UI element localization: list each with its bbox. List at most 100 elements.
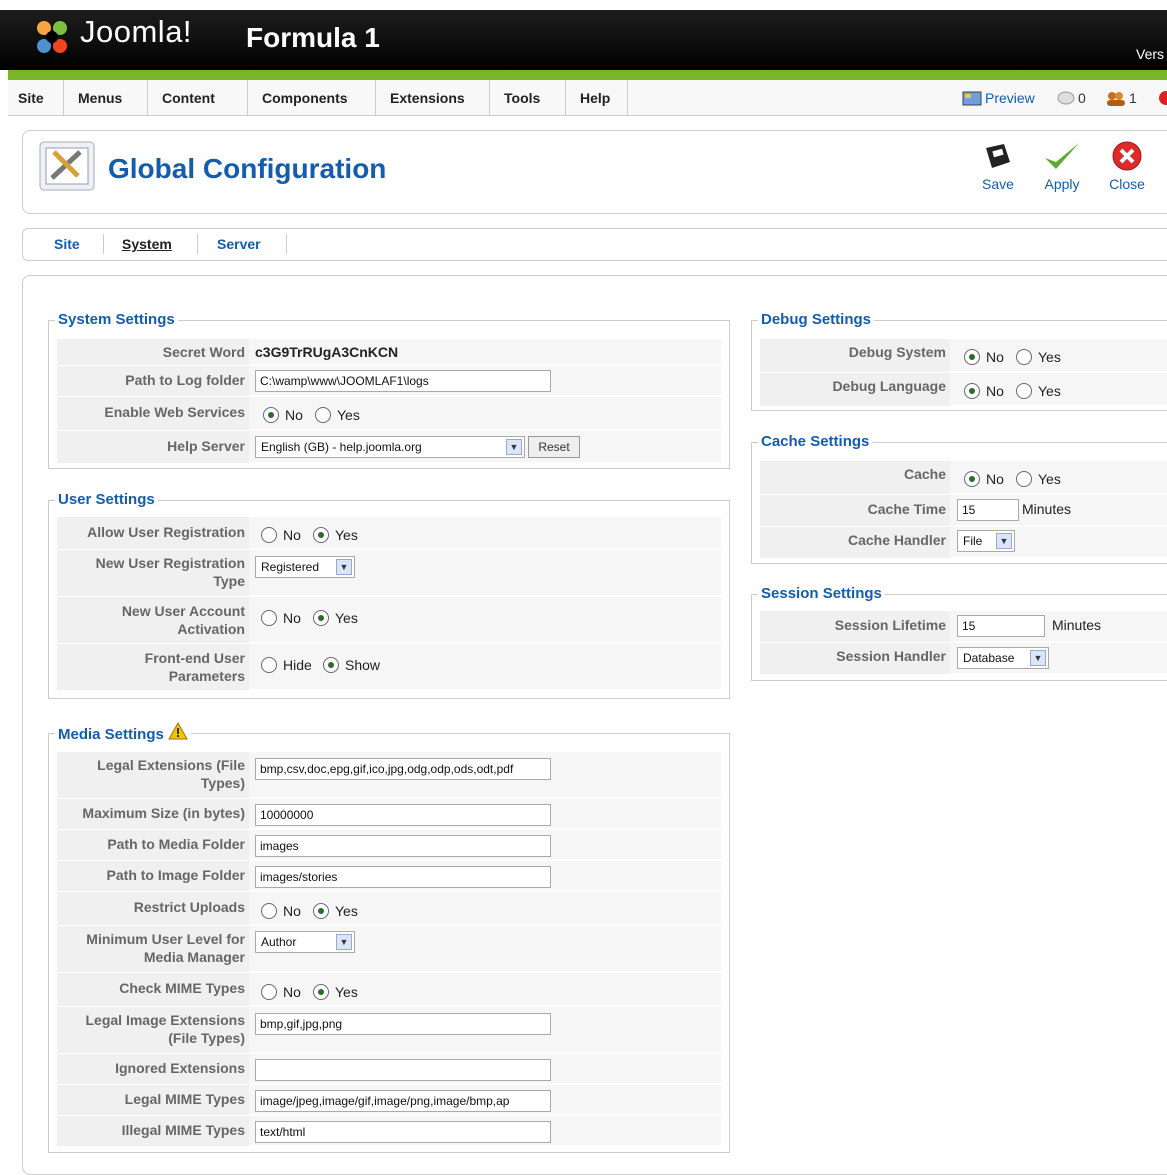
- frontend-params-row: Front-end User Parameters Hide Show: [57, 644, 721, 690]
- radio-button: [964, 383, 980, 399]
- debug-system-label: Debug System: [760, 339, 950, 372]
- ignored-ext-input[interactable]: [255, 1059, 551, 1081]
- tab-bar: [22, 228, 1167, 261]
- menu-components[interactable]: Components: [248, 80, 376, 116]
- check-mime-yes-radio[interactable]: Yes: [313, 982, 358, 1002]
- save-button[interactable]: Save: [968, 140, 1028, 192]
- chevron-down-icon: ▼: [506, 439, 522, 455]
- label-line: Parameters: [168, 668, 245, 684]
- menu-site[interactable]: Site: [8, 80, 64, 116]
- debug-settings-fieldset: Debug Settings Debug System No Yes Debug…: [751, 311, 1167, 411]
- messages-count[interactable]: 0: [1078, 80, 1086, 116]
- debug-system-yes-radio[interactable]: Yes: [1016, 347, 1061, 367]
- system-settings-fieldset: System Settings Secret Word c3G9TrRUgA3C…: [48, 311, 730, 469]
- image-folder-label: Path to Image Folder: [57, 861, 249, 891]
- media-folder-label: Path to Media Folder: [57, 830, 249, 860]
- cache-yes-radio[interactable]: Yes: [1016, 469, 1061, 489]
- system-settings-legend: System Settings: [55, 311, 178, 329]
- menu-extensions[interactable]: Extensions: [376, 80, 490, 116]
- restrict-uploads-no-radio[interactable]: No: [261, 901, 301, 921]
- session-handler-select[interactable]: Database ▼: [957, 647, 1049, 669]
- menu-tools[interactable]: Tools: [490, 80, 566, 116]
- cache-time-input[interactable]: 15: [957, 499, 1019, 521]
- debug-language-row: Debug Language No Yes: [760, 373, 1167, 406]
- radio-button: [964, 471, 980, 487]
- illegal-mime-input[interactable]: text/html: [255, 1121, 551, 1143]
- radio-label: No: [283, 984, 301, 1000]
- radio-label: Yes: [335, 610, 358, 626]
- min-user-level-value: Author: [261, 935, 297, 949]
- radio-button: [1016, 471, 1032, 487]
- tab-server[interactable]: Server: [217, 236, 261, 252]
- close-button[interactable]: Close: [1097, 140, 1157, 192]
- chevron-down-icon: ▼: [336, 934, 352, 950]
- tab-site[interactable]: Site: [54, 236, 80, 252]
- legal-mime-input[interactable]: image/jpeg,image/gif,image/png,image/bmp…: [255, 1090, 551, 1112]
- help-server-select[interactable]: English (GB) - help.joomla.org ▼: [255, 436, 525, 458]
- radio-button: [263, 407, 279, 423]
- radio-label: Yes: [1038, 471, 1061, 487]
- account-activation-no-radio[interactable]: No: [261, 608, 301, 628]
- min-user-level-select[interactable]: Author ▼: [255, 931, 355, 953]
- legal-mime-label: Legal MIME Types: [57, 1085, 249, 1115]
- menu-menus[interactable]: Menus: [64, 80, 148, 116]
- label-line: Legal Extensions (File: [97, 757, 245, 773]
- label-line: Type: [213, 573, 245, 589]
- allow-registration-no-radio[interactable]: No: [261, 525, 301, 545]
- label-line: Legal Image Extensions: [85, 1012, 246, 1028]
- secret-word-label: Secret Word: [57, 339, 249, 365]
- secret-word-row: Secret Word c3G9TrRUgA3CnKCN: [57, 339, 721, 365]
- apply-label: Apply: [1044, 176, 1080, 192]
- messages-icon: [1057, 91, 1075, 105]
- min-user-level-label: Minimum User Level for Media Manager: [57, 926, 249, 972]
- legal-extensions-label: Legal Extensions (File Types): [57, 752, 249, 798]
- menu-content[interactable]: Content: [148, 80, 248, 116]
- restrict-uploads-yes-radio[interactable]: Yes: [313, 901, 358, 921]
- session-lifetime-unit: Minutes: [1052, 617, 1102, 633]
- registration-type-select[interactable]: Registered ▼: [255, 556, 355, 578]
- web-services-yes-radio[interactable]: Yes: [315, 405, 360, 425]
- media-folder-input[interactable]: images: [255, 835, 551, 857]
- ignored-ext-row: Ignored Extensions: [57, 1054, 721, 1084]
- radio-label: No: [283, 527, 301, 543]
- preview-link[interactable]: Preview: [985, 80, 1035, 116]
- debug-language-no-radio[interactable]: No: [964, 381, 1004, 401]
- ignored-ext-label: Ignored Extensions: [57, 1054, 249, 1084]
- radio-label: Show: [345, 657, 381, 673]
- restrict-uploads-label: Restrict Uploads: [57, 892, 249, 925]
- cache-no-radio[interactable]: No: [964, 469, 1004, 489]
- radio-label: No: [986, 383, 1004, 399]
- max-size-input[interactable]: 10000000: [255, 804, 551, 826]
- label-line: New User Account: [121, 603, 245, 619]
- user-settings-legend: User Settings: [55, 491, 158, 509]
- image-folder-input[interactable]: images/stories: [255, 866, 551, 888]
- menu-help[interactable]: Help: [566, 80, 628, 116]
- help-server-reset-button[interactable]: Reset: [528, 436, 580, 458]
- label-line: New User Registration: [95, 555, 245, 571]
- cache-label: Cache: [760, 461, 950, 494]
- web-services-no-radio[interactable]: No: [263, 405, 303, 425]
- frontend-params-hide-radio[interactable]: Hide: [261, 655, 312, 675]
- logout-icon[interactable]: [1158, 90, 1167, 106]
- frontend-params-show-radio[interactable]: Show: [323, 655, 380, 675]
- legal-extensions-input[interactable]: bmp,csv,doc,epg,gif,ico,jpg,odg,odp,ods,…: [255, 758, 551, 780]
- save-icon: [986, 144, 1010, 168]
- log-path-input[interactable]: C:\wamp\www\JOOMLAF1\logs: [255, 370, 551, 392]
- debug-system-no-radio[interactable]: No: [964, 347, 1004, 367]
- allow-registration-yes-radio[interactable]: Yes: [313, 525, 358, 545]
- session-lifetime-input[interactable]: 15: [957, 615, 1045, 637]
- debug-language-yes-radio[interactable]: Yes: [1016, 381, 1061, 401]
- users-online-count[interactable]: 1: [1129, 80, 1137, 116]
- legal-image-ext-input[interactable]: bmp,gif,jpg,png: [255, 1013, 551, 1035]
- apply-button[interactable]: Apply: [1032, 140, 1092, 192]
- registration-type-row: New User Registration Type Registered ▼: [57, 550, 721, 596]
- debug-settings-legend: Debug Settings: [758, 311, 875, 329]
- media-settings-fieldset: Media Settings Legal Extensions (File Typ…: [48, 721, 730, 1153]
- cache-handler-select[interactable]: File ▼: [957, 530, 1015, 552]
- account-activation-yes-radio[interactable]: Yes: [313, 608, 358, 628]
- secret-word-value: c3G9TrRUgA3CnKCN: [255, 344, 399, 360]
- check-mime-no-radio[interactable]: No: [261, 982, 301, 1002]
- tab-system[interactable]: System: [122, 236, 172, 252]
- registration-type-label: New User Registration Type: [57, 550, 249, 596]
- tab-separator: [286, 234, 287, 254]
